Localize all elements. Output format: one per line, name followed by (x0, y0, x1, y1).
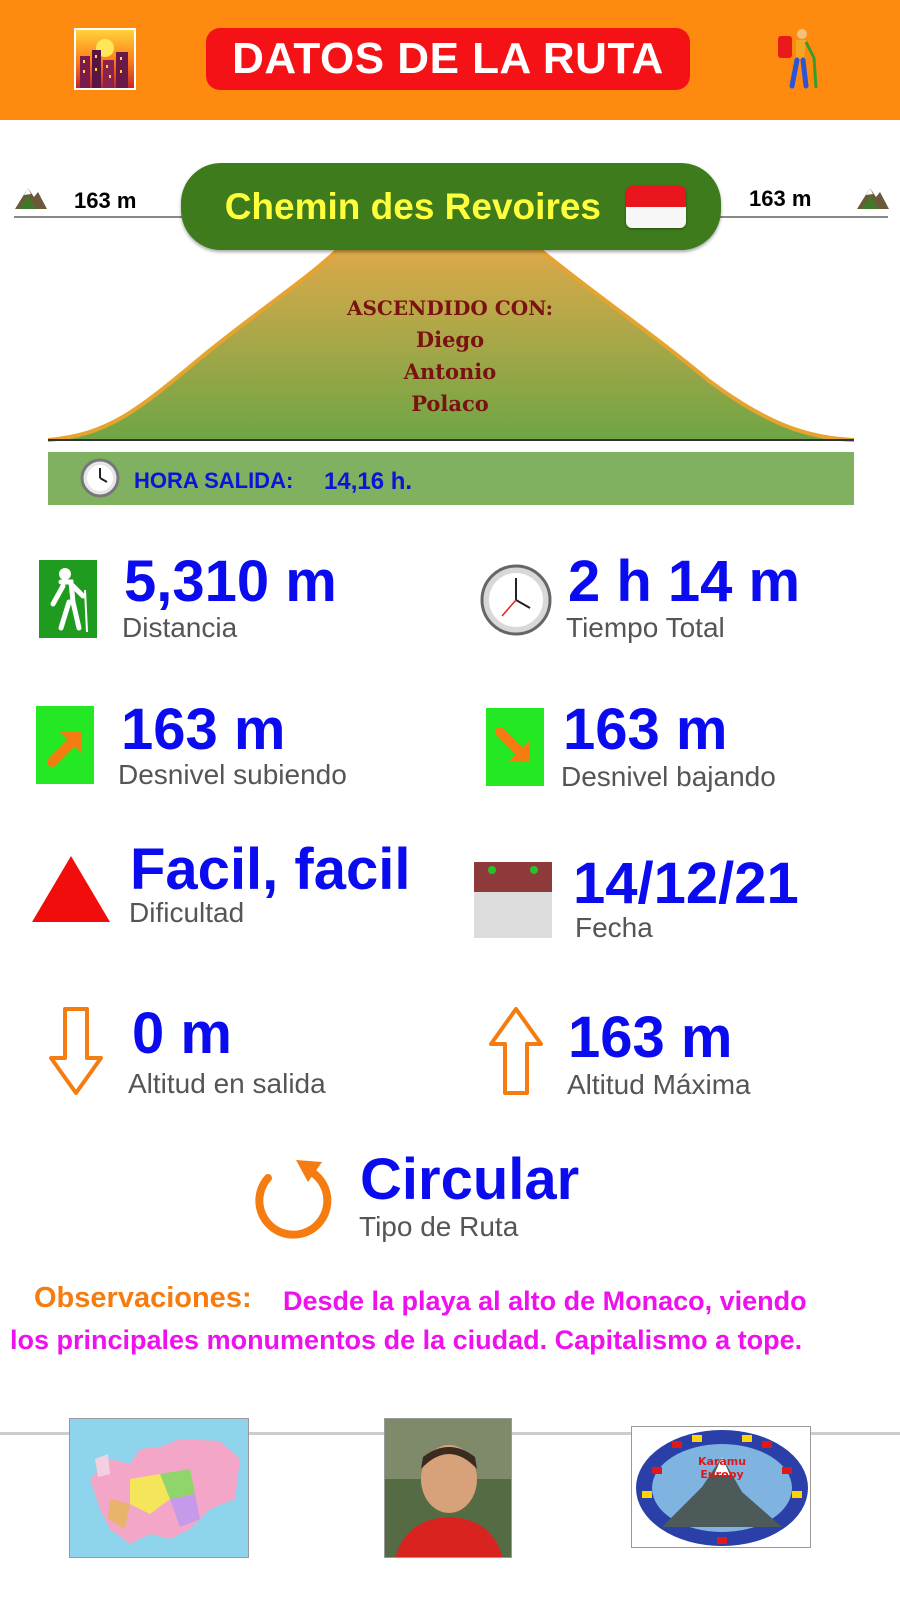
banner-left-line (14, 216, 182, 218)
date-label: Fecha (575, 912, 653, 943)
difficulty-triangle-icon (32, 856, 110, 927)
calendar-icon (474, 862, 552, 938)
city-sunset-icon[interactable] (74, 28, 136, 90)
date-value: 14/12/21 (573, 851, 799, 916)
start-altitude-value: 0 m (132, 1001, 232, 1066)
descent-label: Desnivel bajando (561, 761, 776, 792)
route-type-label: Tipo de Ruta (359, 1211, 519, 1242)
logo-text-line2: Europy (700, 1468, 743, 1481)
route-name: Chemin des Revoires (224, 186, 601, 227)
companion-name: Polaco (411, 391, 489, 416)
descent-arrow-icon (486, 708, 544, 786)
europe-flags-logo-thumbnail[interactable]: Karamu Europy (631, 1426, 811, 1548)
distance-value: 5,310 m (124, 549, 337, 614)
observations-text-line1: Desde la playa al alto de Monaco, viendo (283, 1286, 807, 1316)
mountain-peak-icon (856, 184, 890, 215)
difficulty-value: Facil, facil (130, 837, 411, 902)
max-altitude-value: 163 m (568, 1005, 733, 1070)
climbed-with-title: ASCENDIDO CON: (346, 296, 554, 320)
route-name-banner: Chemin des Revoires (181, 163, 721, 250)
altitude-right: 163 m (749, 186, 812, 211)
mountain-peak-icon (14, 184, 48, 215)
start-altitude-label: Altitud en salida (128, 1068, 326, 1099)
circular-route-icon (250, 1156, 336, 1245)
companion-name: Antonio (403, 359, 497, 384)
ascent-arrow-icon (36, 706, 94, 784)
logo-text-line1: Karamu (698, 1455, 746, 1468)
walking-hiker-icon (39, 560, 97, 638)
ascent-label: Desnivel subiendo (118, 759, 347, 790)
departure-label: HORA SALIDA: (134, 468, 294, 493)
altitude-left: 163 m (74, 188, 137, 213)
page-title: DATOS DE LA RUTA (206, 28, 690, 90)
distance-label: Distancia (122, 612, 238, 643)
banner-right-line (718, 216, 888, 218)
total-time-label: Tiempo Total (566, 612, 725, 643)
profile-photo-thumbnail[interactable] (384, 1418, 512, 1558)
monaco-flag-icon (626, 186, 686, 228)
stopwatch-icon (480, 564, 552, 641)
departure-time: 14,16 h. (324, 468, 413, 495)
descent-value: 163 m (563, 697, 728, 762)
difficulty-label: Dificultad (129, 897, 245, 928)
total-time-value: 2 h 14 m (568, 549, 801, 614)
europe-map-thumbnail[interactable] (69, 1418, 249, 1558)
companion-name: Diego (415, 327, 485, 352)
clock-icon (80, 458, 120, 503)
up-arrow-icon (488, 1006, 544, 1101)
route-type-value: Circular (360, 1147, 580, 1212)
observations-text-line2: los principales monumentos de la ciudad.… (10, 1325, 803, 1355)
ascent-value: 163 m (121, 697, 286, 762)
down-arrow-icon (48, 1006, 104, 1101)
hiker-icon[interactable] (776, 28, 820, 90)
observations-title: Observaciones: (34, 1282, 252, 1314)
max-altitude-label: Altitud Máxima (567, 1069, 751, 1100)
